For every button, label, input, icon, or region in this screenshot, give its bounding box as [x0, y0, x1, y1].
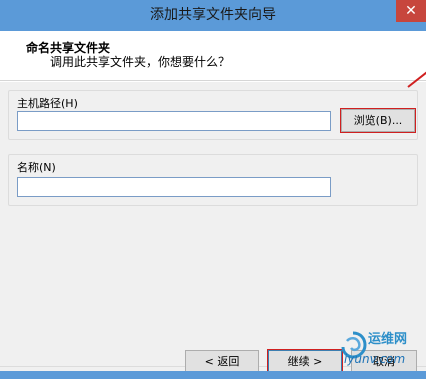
browse-button[interactable]: 浏览(B)...	[340, 108, 416, 133]
page-subtitle: 调用此共享文件夹，你想要什么？	[50, 55, 231, 69]
host-path-input[interactable]	[17, 111, 331, 131]
continue-button[interactable]: 继续 >	[267, 349, 343, 374]
wizard-window: 添加共享文件夹向导 ✕ 命名共享文件夹 调用此共享文件夹，你想要什么？ 主机路径…	[0, 0, 426, 379]
back-button[interactable]: < 返回	[185, 350, 259, 373]
host-path-group: 主机路径(H) 浏览(B)...	[8, 90, 418, 140]
name-label: 名称(N)	[17, 161, 56, 174]
watermark: 运维网 iyunv.com	[338, 326, 426, 376]
watermark-url: iyunv.com	[344, 352, 406, 366]
title-bar[interactable]: 添加共享文件夹向导 ✕	[0, 0, 426, 31]
wizard-header: 命名共享文件夹 调用此共享文件夹，你想要什么？	[0, 31, 426, 81]
close-button[interactable]: ✕	[396, 0, 426, 22]
name-group: 名称(N)	[8, 154, 418, 206]
watermark-text: 运维网	[368, 332, 408, 347]
name-input[interactable]	[17, 177, 331, 197]
window-title: 添加共享文件夹向导	[150, 7, 276, 23]
host-path-label: 主机路径(H)	[17, 97, 78, 110]
